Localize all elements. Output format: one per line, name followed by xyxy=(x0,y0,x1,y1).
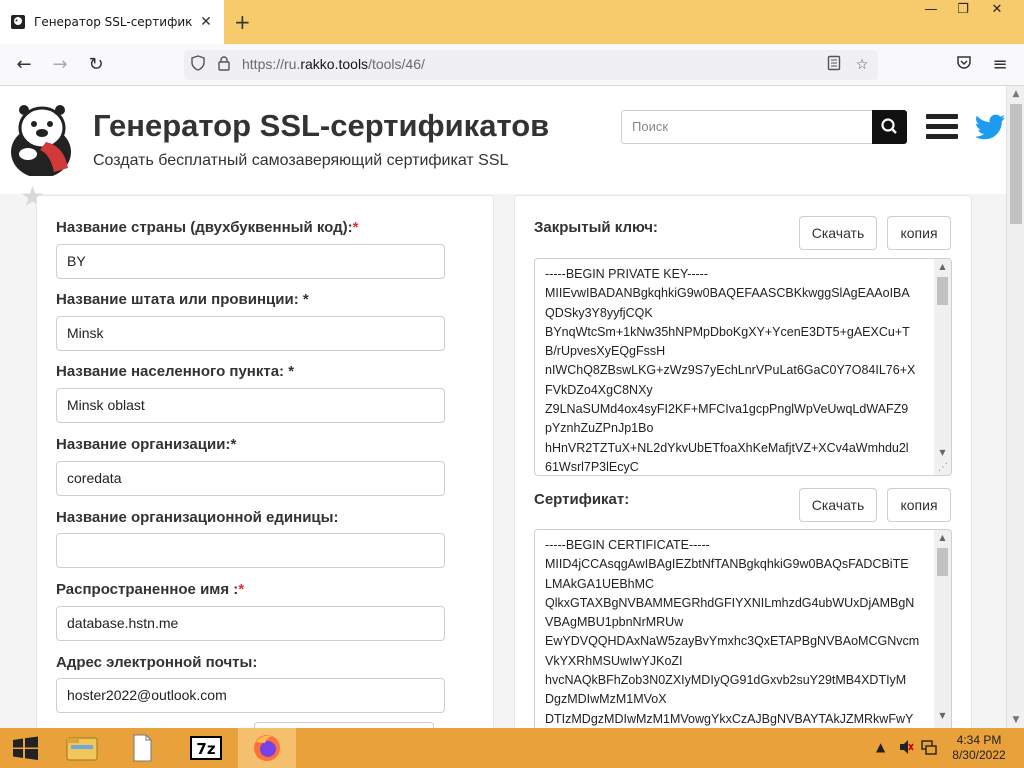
forward-arrow-icon[interactable]: → xyxy=(48,53,72,77)
email-input[interactable]: hoster2022@outlook.com xyxy=(56,678,445,713)
page-scrollbar[interactable]: ▲ ▼ xyxy=(1006,86,1024,728)
page-title: Генератор SSL-сертификатов xyxy=(93,108,550,143)
restore-window-icon[interactable]: ❐ xyxy=(946,0,980,20)
file-explorer-taskbar-icon[interactable] xyxy=(58,728,106,768)
reader-view-icon[interactable] xyxy=(824,55,844,75)
state-input[interactable]: Minsk xyxy=(56,316,445,351)
navigation-toolbar: ← → ↻ https://ru.rakko.tools/tools/46/ ☆… xyxy=(0,44,1024,86)
close-tab-icon[interactable]: ✕ xyxy=(198,14,214,30)
scroll-up-icon[interactable]: ▲ xyxy=(934,259,951,275)
pocket-icon[interactable] xyxy=(952,53,976,77)
clock-date: 8/30/2022 xyxy=(952,748,1006,762)
private-key-text: -----BEGIN PRIVATE KEY----- MIIEvwIBADAN… xyxy=(545,267,916,474)
private-key-textarea[interactable]: -----BEGIN PRIVATE KEY----- MIIEvwIBADAN… xyxy=(534,258,952,476)
locality-label: Название населенного пункта: * xyxy=(56,363,295,380)
org-unit-label: Название организационной единицы: xyxy=(56,509,339,526)
tab-title: Генератор SSL-сертификатов | xyxy=(34,15,192,29)
scroll-up-icon[interactable]: ▲ xyxy=(934,530,951,546)
page-scroll-up-icon[interactable]: ▲ xyxy=(1007,86,1024,102)
scroll-down-icon[interactable]: ▼ xyxy=(934,708,951,724)
show-hidden-icons-icon[interactable]: ▲ xyxy=(876,740,885,768)
lock-icon[interactable] xyxy=(214,55,234,75)
locality-input[interactable]: Minsk oblast xyxy=(56,388,445,423)
reload-icon[interactable]: ↻ xyxy=(84,53,108,77)
network-icon[interactable] xyxy=(920,738,938,768)
hamburger-menu-icon[interactable]: ≡ xyxy=(988,53,1012,77)
email-label: Адрес электронной почты: xyxy=(56,654,258,671)
twitter-bird-icon[interactable] xyxy=(976,114,1006,140)
search-button[interactable] xyxy=(872,110,907,144)
resize-grip-icon[interactable]: ⋰ xyxy=(938,462,950,474)
browser-tab-active[interactable]: Генератор SSL-сертификатов | ✕ xyxy=(0,0,224,44)
org-unit-input[interactable] xyxy=(56,533,445,568)
private-key-scrollbar[interactable]: ▲ ▼ xyxy=(934,259,951,475)
minimize-window-icon[interactable]: — xyxy=(914,0,948,20)
certificate-textarea[interactable]: -----BEGIN CERTIFICATE----- MIID4jCCAsqg… xyxy=(534,529,952,728)
country-input[interactable]: BY xyxy=(56,244,445,279)
url-text: https://ru.rakko.tools/tools/46/ xyxy=(242,56,425,72)
windows-taskbar: 7z ▲ 4:34 PM 8/30/2022 xyxy=(0,728,1024,768)
site-header: Генератор SSL-сертификатов Создать беспл… xyxy=(0,86,1006,213)
otter-mascot-logo[interactable] xyxy=(6,102,76,176)
certificate-scrollbar[interactable]: ▲ ▼ xyxy=(934,530,951,728)
scroll-down-icon[interactable]: ▼ xyxy=(934,445,951,461)
organization-input[interactable]: coredata xyxy=(56,461,445,496)
system-clock[interactable]: 4:34 PM 8/30/2022 xyxy=(944,733,1014,763)
search-icon xyxy=(881,118,897,134)
common-name-input[interactable]: database.hstn.me xyxy=(56,606,445,641)
browser-tab-bar: Генератор SSL-сертификатов | ✕ + — ❐ ✕ xyxy=(0,0,1024,44)
document-taskbar-icon[interactable] xyxy=(118,728,166,768)
close-window-icon[interactable]: ✕ xyxy=(980,0,1014,20)
certificate-text: -----BEGIN CERTIFICATE----- MIID4jCCAsqg… xyxy=(545,538,920,726)
back-arrow-icon[interactable]: ← xyxy=(12,53,36,77)
list-menu-icon[interactable] xyxy=(926,114,958,140)
firefox-taskbar-icon[interactable] xyxy=(238,728,296,768)
page-scroll-down-icon[interactable]: ▼ xyxy=(1007,712,1024,728)
certificate-label: Сертификат: xyxy=(534,491,630,508)
scroll-thumb[interactable] xyxy=(937,548,948,576)
clock-time: 4:34 PM xyxy=(956,733,1002,747)
7zip-taskbar-icon[interactable]: 7z xyxy=(178,728,234,768)
private-key-label: Закрытый ключ: xyxy=(534,219,658,236)
new-tab-icon[interactable]: + xyxy=(234,12,251,32)
search-input[interactable]: Поиск xyxy=(621,110,873,144)
common-name-label: Распространенное имя :* xyxy=(56,581,245,598)
organization-label: Название организации:* xyxy=(56,436,237,453)
copy-private-key-button[interactable]: копия xyxy=(887,216,951,250)
address-bar[interactable]: https://ru.rakko.tools/tools/46/ ☆ xyxy=(184,50,878,80)
shield-icon[interactable] xyxy=(188,55,208,75)
page-scroll-thumb[interactable] xyxy=(1010,104,1022,224)
state-label: Название штата или провинции: * xyxy=(56,291,309,308)
svg-text:7z: 7z xyxy=(196,740,215,758)
page-subtitle: Создать бесплатный самозаверяющий сертиф… xyxy=(93,152,509,169)
download-certificate-button[interactable]: Скачать xyxy=(799,488,877,522)
site-favicon-icon xyxy=(11,15,25,29)
copy-certificate-button[interactable]: копия xyxy=(887,488,951,522)
bookmark-star-icon[interactable]: ☆ xyxy=(852,55,872,75)
download-private-key-button[interactable]: Скачать xyxy=(799,216,877,250)
start-button[interactable] xyxy=(0,728,50,768)
scroll-thumb[interactable] xyxy=(937,277,948,305)
windows-logo-icon xyxy=(13,736,38,760)
web-page: Генератор SSL-сертификатов Создать беспл… xyxy=(0,86,1006,728)
country-label: Название страны (двухбуквенный код):* xyxy=(56,219,359,236)
volume-muted-icon[interactable] xyxy=(898,738,914,768)
